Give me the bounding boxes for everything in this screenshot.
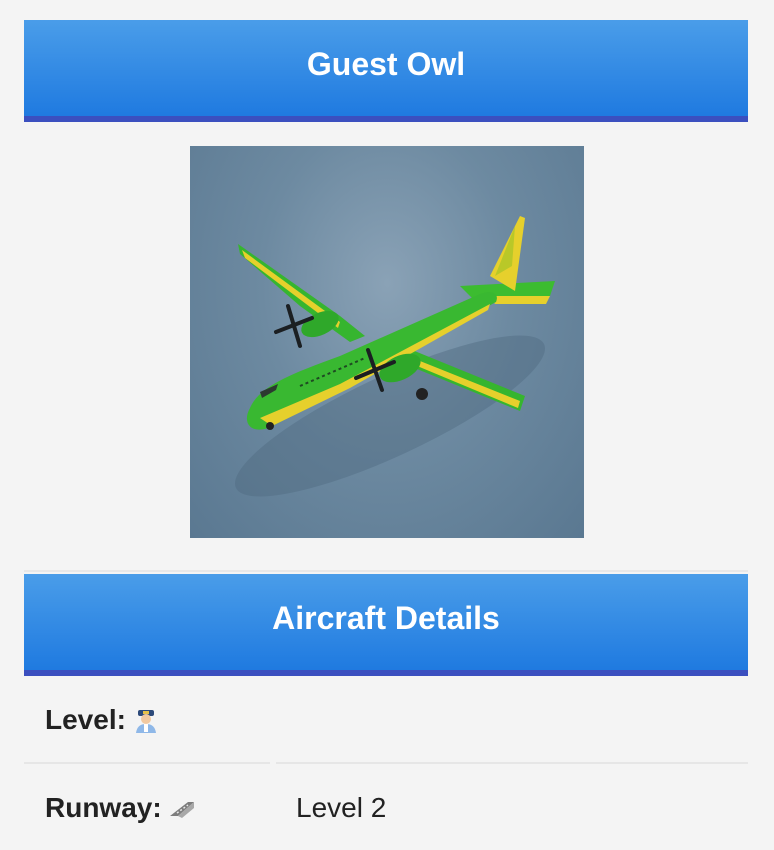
aircraft-details-title: Aircraft Details <box>272 599 500 636</box>
section-divider <box>24 570 748 572</box>
aircraft-page: Guest Owl Aircraft Details Level: Runway… <box>0 0 774 850</box>
detail-row-runway: Runway: Level 2 <box>24 766 748 850</box>
row-divider <box>24 762 270 764</box>
level-label-group: Level: <box>45 704 160 736</box>
row-divider <box>276 762 748 764</box>
aircraft-image <box>190 146 584 538</box>
airplane-icon <box>235 216 555 497</box>
detail-row-level: Level: <box>24 678 748 762</box>
pilot-icon <box>132 706 160 734</box>
runway-label: Runway: <box>45 792 162 823</box>
page-title: Guest Owl <box>306 45 466 82</box>
level-label: Level: <box>45 704 126 735</box>
runway-value: Level 2 <box>296 792 387 823</box>
runway-icon <box>168 794 196 822</box>
page-title-bar: Guest Owl <box>24 20 748 122</box>
runway-label-group: Runway: <box>45 792 196 824</box>
aircraft-details-header: Aircraft Details <box>24 574 748 676</box>
